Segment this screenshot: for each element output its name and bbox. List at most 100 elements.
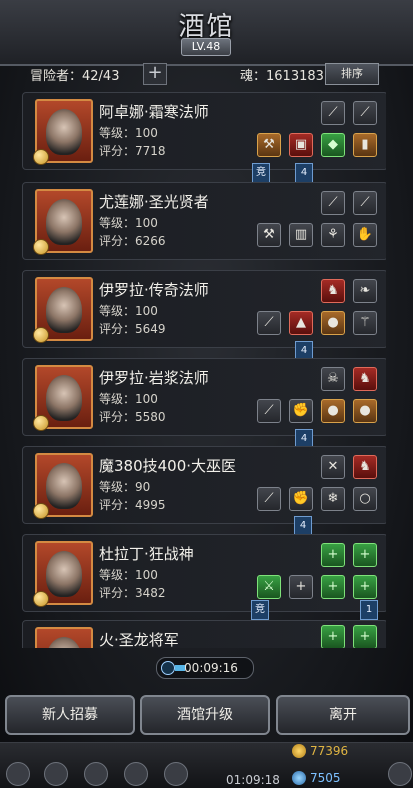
upgrade-tavern-button[interactable]: 酒馆升级	[140, 695, 270, 735]
menu-icon[interactable]	[124, 762, 148, 786]
moon-icon	[33, 149, 49, 165]
horn-icon[interactable]: ♞	[353, 455, 377, 479]
hero-level: 等级：100	[99, 216, 158, 230]
hero-face	[46, 287, 82, 333]
add-adventurer-button[interactable]: +	[143, 63, 167, 85]
adventurer-card[interactable]: 杜拉丁·狂战神 等级：100 评分：3482 + + ⚔ + + +	[22, 534, 386, 612]
menu-icon[interactable]	[6, 762, 30, 786]
gauntlet-icon[interactable]: ✊	[289, 487, 313, 511]
axe-icon[interactable]: ⚒	[257, 133, 281, 157]
crystal-icon[interactable]: ❄	[321, 487, 345, 511]
orb-icon[interactable]: ●	[321, 311, 345, 335]
gauntlet-icon[interactable]: ✊	[289, 399, 313, 423]
adventurer-card[interactable]: 阿卓娜·霜寒法师 等级：100 评分：7718 ⟋ ⟋ ⚒ ▣ ◆ ▮ 竞 4	[22, 92, 386, 183]
orb-icon[interactable]: ●	[321, 399, 345, 423]
crossed-axes-icon[interactable]: ✕	[321, 455, 345, 479]
hero-level: 等级：90	[99, 480, 151, 494]
gold-icon	[292, 744, 306, 758]
adventurer-list[interactable]: 阿卓娜·霜寒法师 等级：100 评分：7718 ⟋ ⟋ ⚒ ▣ ◆ ▮ 竞 4 …	[22, 92, 386, 648]
hero-name: 魔380技400·大巫医	[99, 457, 237, 475]
robe-icon[interactable]: ▲	[289, 311, 313, 335]
adventurer-card[interactable]: 伊罗拉·岩浆法师 等级：100 评分：5580 ☠ ♞ ⟋ ✊ ● ● 4	[22, 358, 386, 449]
avatar[interactable]	[33, 277, 93, 343]
staff-icon[interactable]: ⟋	[321, 191, 345, 215]
ring-icon[interactable]: ○	[353, 487, 377, 511]
add-slot-icon[interactable]: +	[321, 575, 345, 599]
gloves-icon[interactable]: ✋	[353, 223, 377, 247]
adventurer-card[interactable]: 伊罗拉·传奇法师 等级：100 评分：5649 ♞ ❧ ⟋ ▲ ● ⚚ 4	[22, 270, 386, 361]
timer-text: 00:09:16	[184, 661, 238, 675]
horn-icon[interactable]: ♞	[321, 279, 345, 303]
hero-score: 评分：4995	[99, 498, 166, 512]
arena-badge: 竞	[251, 600, 269, 620]
adventurer-card[interactable]: 火·圣龙将军 + +	[22, 620, 386, 648]
wing-icon[interactable]: ❧	[353, 279, 377, 303]
soul-count: 魂：1613183	[240, 69, 324, 84]
arena-badge: 竞	[252, 163, 270, 183]
hero-score: 评分：5649	[99, 322, 166, 336]
sort-button[interactable]: 排序	[325, 63, 379, 85]
armor-icon[interactable]: ▣	[289, 133, 313, 157]
recruit-button[interactable]: 新人招募	[5, 695, 135, 735]
rank-badge: 1	[360, 600, 378, 620]
avatar[interactable]	[33, 365, 93, 431]
adventurer-card[interactable]: 尤莲娜·圣光贤者 等级：100 评分：6266 ⟋ ⟋ ⚒ ▥ ⚘ ✋	[22, 182, 386, 260]
add-slot-icon[interactable]: +	[321, 625, 345, 648]
hero-face	[46, 551, 82, 597]
hero-score: 评分：7718	[99, 144, 166, 158]
moon-icon	[33, 503, 49, 519]
moon-icon	[33, 415, 49, 431]
avatar[interactable]	[33, 189, 93, 255]
hero-level: 等级：100	[99, 392, 158, 406]
game-frame: 酒馆 LV.48 冒险者：42/43 + 魂：1613183 排序 阿卓娜·霜寒…	[0, 0, 413, 788]
staff-icon[interactable]: ⟋	[257, 311, 281, 335]
boots-icon[interactable]: ▮	[353, 133, 377, 157]
hero-face	[46, 463, 82, 509]
add-slot-icon[interactable]: +	[321, 543, 345, 567]
sword-icon[interactable]: ⚔	[257, 575, 281, 599]
claw-icon[interactable]: ⚚	[353, 311, 377, 335]
menu-icon[interactable]	[164, 762, 188, 786]
hero-name: 火·圣龙将军	[99, 631, 179, 648]
avatar[interactable]	[35, 627, 93, 648]
adventurer-count: 冒险者：42/43	[30, 69, 120, 84]
staff-icon[interactable]: ⟋	[321, 101, 345, 125]
hero-score: 评分：3482	[99, 586, 166, 600]
plus-icon[interactable]	[388, 762, 412, 786]
necklace-icon[interactable]: ⚘	[321, 223, 345, 247]
menu-icon[interactable]	[44, 762, 68, 786]
rank-badge: 4	[295, 163, 313, 183]
leave-button[interactable]: 离开	[276, 695, 410, 735]
hero-score: 评分：6266	[99, 234, 166, 248]
wand-icon[interactable]: ⟋	[353, 101, 377, 125]
avatar[interactable]	[33, 453, 93, 519]
avatar[interactable]	[33, 541, 93, 607]
hammer-icon[interactable]: ⚒	[257, 223, 281, 247]
adventurer-card[interactable]: 魔380技400·大巫医 等级：90 评分：4995 ✕ ♞ ⟋ ✊ ❄ ○	[22, 446, 386, 524]
hero-face	[46, 637, 82, 648]
menu-icon[interactable]	[84, 762, 108, 786]
add-slot-icon[interactable]: +	[353, 543, 377, 567]
timer-progress	[175, 665, 185, 671]
gem-icon[interactable]: ◆	[321, 133, 345, 157]
sword-icon[interactable]: ⟋	[353, 191, 377, 215]
add-slot-icon[interactable]: +	[353, 575, 377, 599]
clock-icon	[161, 661, 175, 675]
armor-icon[interactable]: ▥	[289, 223, 313, 247]
horn-icon[interactable]: ♞	[353, 367, 377, 391]
skull-icon[interactable]: ☠	[321, 367, 345, 391]
footer-timer: 01:09:18	[226, 773, 280, 787]
add-slot-icon[interactable]: +	[353, 625, 377, 648]
gem-icon	[292, 771, 306, 785]
avatar[interactable]	[33, 99, 93, 165]
rod-icon[interactable]: ⟋	[257, 399, 281, 423]
add-slot-icon[interactable]: +	[289, 575, 313, 599]
hero-face	[46, 199, 82, 245]
hero-level: 等级：100	[99, 568, 158, 582]
hero-name: 伊罗拉·传奇法师	[99, 281, 209, 299]
recruit-timer: 00:09:16	[156, 657, 254, 679]
orb-icon[interactable]: ●	[353, 399, 377, 423]
rod-icon[interactable]: ⟋	[257, 487, 281, 511]
tavern-level-badge: LV.48	[181, 38, 231, 56]
gold-amount: 77396	[310, 744, 349, 758]
